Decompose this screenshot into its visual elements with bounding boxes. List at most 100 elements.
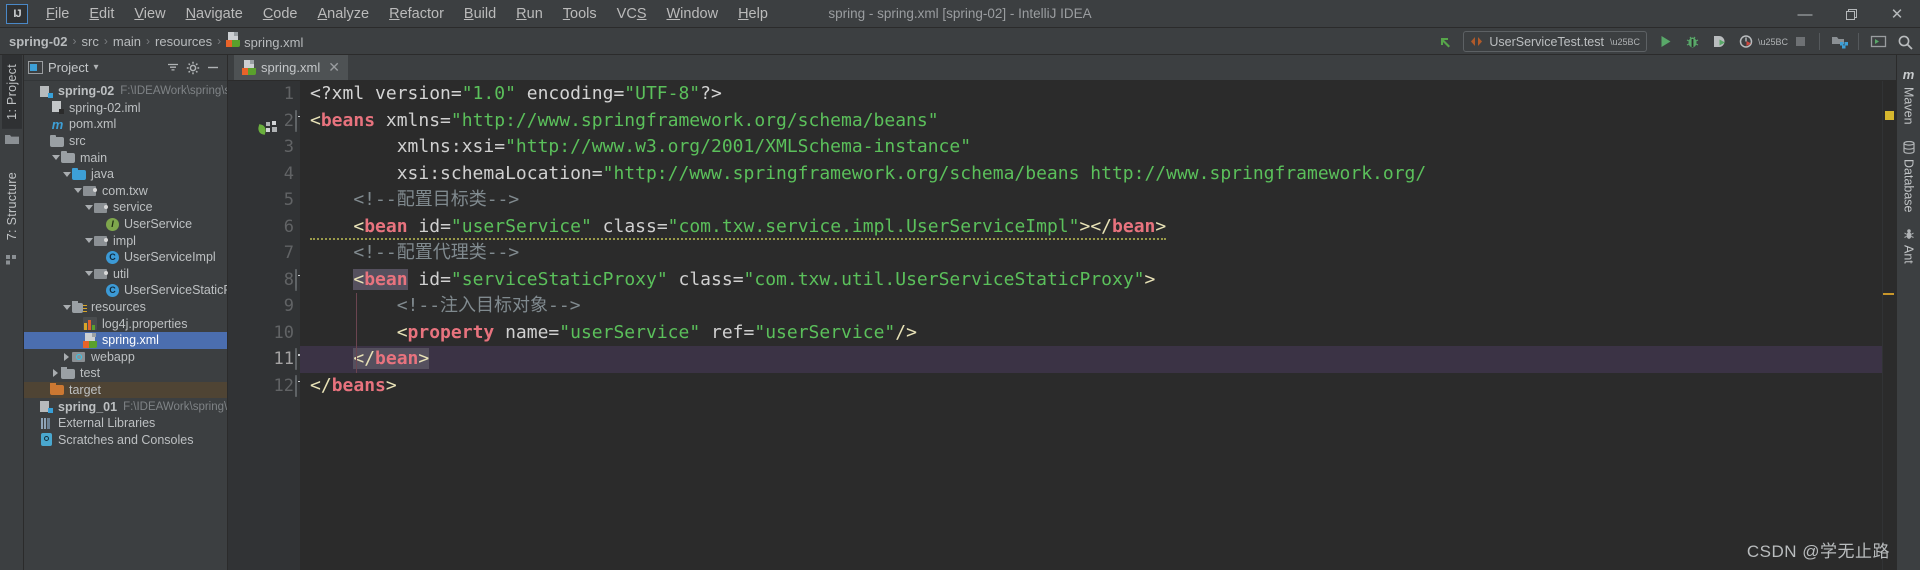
warning-marker[interactable] — [1885, 111, 1894, 120]
stop-button[interactable] — [1787, 30, 1813, 54]
tree-item-main[interactable]: main — [24, 149, 227, 166]
tree-item-pom-xml[interactable]: m pom.xml — [24, 116, 227, 133]
tree-item-userservicestaticproxy[interactable]: C UserServiceStaticProxy — [24, 282, 227, 299]
chevron-down-icon[interactable] — [72, 183, 83, 199]
code-line-6[interactable]: <bean id="userService" class="com.txw.se… — [300, 214, 1882, 241]
breadcrumb-item-spring-xml[interactable]: spring.xml — [223, 32, 306, 50]
menu-item-file[interactable]: File — [36, 3, 79, 25]
profile-dropdown-arrow[interactable]: \u25BC — [1758, 30, 1788, 54]
tree-item-spring-01[interactable]: spring_01 F:\IDEAWork\spring\spring_01 — [24, 398, 227, 415]
fold-toggle-open-icon[interactable] — [295, 268, 297, 291]
gear-icon[interactable] — [183, 58, 203, 78]
tree-item-webapp[interactable]: webapp — [24, 349, 227, 366]
menu-item-analyze[interactable]: Analyze — [308, 3, 380, 25]
project-structure-button[interactable] — [1826, 30, 1852, 54]
menu-item-tools[interactable]: Tools — [553, 3, 607, 25]
gutter-line-7[interactable]: 7 — [228, 240, 300, 267]
code-line-12[interactable]: </beans> — [300, 373, 1882, 400]
chevron-down-icon[interactable]: ▾ — [93, 62, 98, 73]
gutter-line-1[interactable]: 1 — [228, 81, 300, 108]
terminal-button[interactable] — [1865, 30, 1891, 54]
search-everywhere-button[interactable] — [1892, 30, 1918, 54]
run-configuration-selector[interactable]: UserServiceTest.test \u25BC — [1463, 31, 1647, 52]
code-line-11[interactable]: </bean> — [300, 346, 1882, 373]
tree-item-com-txw[interactable]: com.txw — [24, 183, 227, 200]
menu-item-edit[interactable]: Edit — [79, 3, 124, 25]
gutter-line-9[interactable]: 9 — [228, 293, 300, 320]
menu-item-refactor[interactable]: Refactor — [379, 3, 454, 25]
tree-item-spring-02[interactable]: spring-02 F:\IDEAWork\spring\spring-02 — [24, 83, 227, 100]
hide-panel-button[interactable] — [203, 58, 223, 78]
chevron-right-icon[interactable] — [50, 365, 61, 381]
sidebar-item-structure[interactable]: 7: Structure — [2, 163, 22, 249]
editor-gutter[interactable]: 1 2 3 4 5 6 7 8 9 10 11 12 — [228, 81, 300, 570]
gutter-line-11[interactable]: 11 — [228, 346, 300, 373]
tree-item-spring-02-iml[interactable]: spring-02.iml — [24, 100, 227, 117]
gutter-line-2[interactable]: 2 — [228, 108, 300, 135]
modified-marker[interactable] — [1883, 293, 1894, 295]
breadcrumb-item-src[interactable]: src — [79, 34, 102, 49]
editor-tab-spring-xml[interactable]: spring.xml ✕ — [234, 55, 348, 80]
gutter-line-6[interactable]: 6 — [228, 214, 300, 241]
tree-item-userservice[interactable]: I UserService — [24, 216, 227, 233]
code-line-8[interactable]: <bean id="serviceStaticProxy" class="com… — [300, 267, 1882, 294]
collapse-all-button[interactable] — [163, 58, 183, 78]
chevron-down-icon[interactable] — [83, 233, 94, 249]
chevron-down-icon[interactable] — [50, 150, 61, 166]
tree-item-impl[interactable]: impl — [24, 232, 227, 249]
run-with-coverage-button[interactable] — [1706, 30, 1732, 54]
tree-item-userserviceimpl[interactable]: C UserServiceImpl — [24, 249, 227, 266]
editor-marker-scrollbar[interactable] — [1882, 81, 1896, 570]
code-line-9[interactable]: <!--注入目标对象--> — [300, 293, 1882, 320]
tree-item-resources[interactable]: resources — [24, 299, 227, 316]
fold-toggle-end-icon[interactable] — [295, 348, 297, 371]
debug-button[interactable] — [1679, 30, 1705, 54]
breadcrumb-item-spring-02[interactable]: spring-02 — [6, 34, 71, 49]
code-line-5[interactable]: <!--配置目标类--> — [300, 187, 1882, 214]
tree-item-scratches-and-consoles[interactable]: Scratches and Consoles — [24, 431, 227, 448]
chevron-right-icon[interactable] — [61, 349, 72, 365]
code-line-10[interactable]: <property name="userService" ref="userSe… — [300, 320, 1882, 347]
menu-item-run[interactable]: Run — [506, 3, 553, 25]
chevron-down-icon[interactable] — [83, 266, 94, 282]
gutter-line-5[interactable]: 5 — [228, 187, 300, 214]
menu-item-navigate[interactable]: Navigate — [176, 3, 253, 25]
gutter-line-12[interactable]: 12 — [228, 373, 300, 400]
chevron-down-icon[interactable] — [61, 166, 72, 182]
tree-item-java[interactable]: java — [24, 166, 227, 183]
code-line-7[interactable]: <!--配置代理类--> — [300, 240, 1882, 267]
profile-button[interactable] — [1733, 30, 1759, 54]
breadcrumb-item-resources[interactable]: resources — [152, 34, 215, 49]
code-content[interactable]: <?xml version="1.0" encoding="UTF-8"?> <b… — [300, 81, 1882, 570]
menu-item-view[interactable]: View — [124, 3, 175, 25]
code-line-2[interactable]: <beans xmlns="http://www.springframework… — [300, 108, 1882, 135]
tree-item-util[interactable]: util — [24, 266, 227, 283]
menu-item-build[interactable]: Build — [454, 3, 506, 25]
code-line-4[interactable]: xsi:schemaLocation="http://www.springfra… — [300, 161, 1882, 188]
sidebar-item-project[interactable]: 1: Project — [1, 55, 22, 129]
tree-item-src[interactable]: src — [24, 133, 227, 150]
gutter-line-10[interactable]: 10 — [228, 320, 300, 347]
code-line-1[interactable]: <?xml version="1.0" encoding="UTF-8"?> — [300, 81, 1882, 108]
sidebar-item-ant[interactable]: Ant — [1899, 220, 1919, 272]
minimize-button[interactable]: — — [1782, 0, 1828, 28]
sidebar-item-database[interactable]: Database — [1899, 133, 1919, 221]
gutter-line-3[interactable]: 3 — [228, 134, 300, 161]
tree-item-log4j-properties[interactable]: log4j.properties — [24, 315, 227, 332]
menu-item-code[interactable]: Code — [253, 3, 308, 25]
tree-item-external-libraries[interactable]: External Libraries — [24, 415, 227, 432]
run-button[interactable] — [1652, 30, 1678, 54]
chevron-down-icon[interactable] — [83, 199, 94, 215]
close-icon[interactable]: ✕ — [328, 59, 340, 76]
maximize-button[interactable] — [1828, 0, 1874, 28]
code-line-3[interactable]: xmlns:xsi="http://www.w3.org/2001/XMLSch… — [300, 134, 1882, 161]
menu-item-vcs[interactable]: VCS — [607, 3, 657, 25]
back-arrow-icon[interactable] — [1432, 30, 1458, 54]
menu-item-window[interactable]: Window — [656, 3, 728, 25]
gutter-line-4[interactable]: 4 — [228, 161, 300, 188]
tree-item-target[interactable]: target — [24, 381, 227, 399]
menu-item-help[interactable]: Help — [728, 3, 778, 25]
close-button[interactable]: ✕ — [1874, 0, 1920, 28]
tree-item-test[interactable]: test — [24, 365, 227, 382]
gutter-line-8[interactable]: 8 — [228, 267, 300, 294]
